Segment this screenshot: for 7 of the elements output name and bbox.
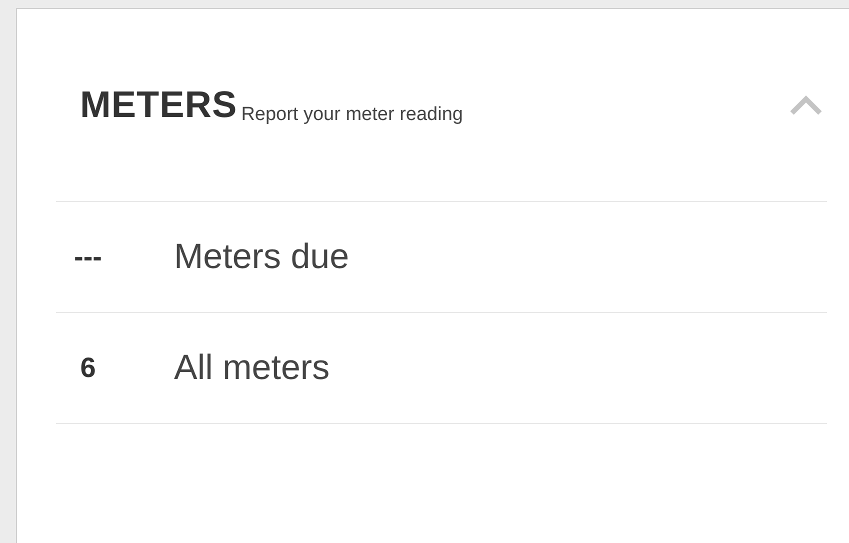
- meter-count: 6: [79, 352, 97, 384]
- meter-link[interactable]: Meters due: [174, 237, 350, 277]
- meter-link[interactable]: All meters: [174, 348, 330, 388]
- card-title: METERS: [80, 84, 238, 126]
- card-subtitle: Report your meter reading: [241, 104, 463, 126]
- meter-count: ---: [73, 241, 103, 273]
- collapse-chevron-icon[interactable]: [789, 94, 823, 116]
